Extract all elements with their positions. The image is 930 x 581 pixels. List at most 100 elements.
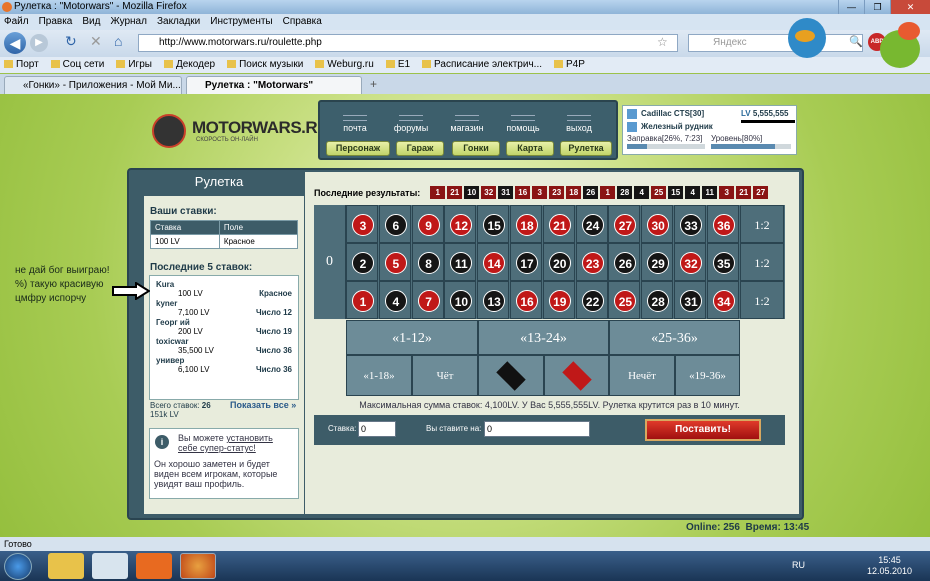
number-cell[interactable]: 7 xyxy=(411,281,444,319)
language-indicator[interactable]: RU xyxy=(792,560,805,570)
you-bet-input[interactable]: 0 xyxy=(484,421,590,437)
number-cell[interactable]: 23 xyxy=(575,243,608,281)
bettor-name[interactable]: Георг ий xyxy=(156,318,292,327)
number-cell[interactable]: 4 xyxy=(378,281,411,319)
menu-bookmarks[interactable]: Закладки xyxy=(157,14,200,30)
bookmark-schedule[interactable]: Расписание электрич... xyxy=(422,57,542,73)
number-cell[interactable]: 10 xyxy=(444,281,477,319)
close-button[interactable]: ✕ xyxy=(890,0,930,14)
number-cell[interactable]: 33 xyxy=(674,205,706,243)
number-cell[interactable]: 31 xyxy=(674,281,706,319)
stake-input[interactable]: 0 xyxy=(358,421,396,437)
number-cell[interactable]: 32 xyxy=(674,243,706,281)
tab-roulette[interactable]: Рулетка : "Motorwars" xyxy=(186,76,362,94)
bet-19-36[interactable]: «19-36» xyxy=(675,355,740,396)
number-cell[interactable]: 29 xyxy=(641,243,674,281)
number-cell[interactable]: 27 xyxy=(608,205,641,243)
number-cell[interactable]: 3 xyxy=(346,205,378,243)
number-cell[interactable]: 35 xyxy=(706,243,739,281)
column-bet-3[interactable]: 1:2 xyxy=(740,281,784,319)
number-cell[interactable]: 16 xyxy=(510,281,542,319)
number-cell[interactable]: 1 xyxy=(346,281,378,319)
number-cell[interactable]: 25 xyxy=(608,281,641,319)
bettor-name[interactable]: универ xyxy=(156,356,292,365)
explorer-taskbar-icon[interactable] xyxy=(48,553,84,579)
menu-file[interactable]: Файл xyxy=(4,14,29,30)
bookmark-soc[interactable]: Соц сети xyxy=(51,57,105,73)
menu-edit[interactable]: Правка xyxy=(39,14,73,30)
back-button[interactable]: ◀ xyxy=(4,32,26,54)
reload-icon[interactable]: ↻ xyxy=(65,33,77,50)
number-cell[interactable]: 15 xyxy=(477,205,510,243)
bookmark-star-icon[interactable]: ☆ xyxy=(657,35,668,49)
bookmark-games[interactable]: Игры xyxy=(116,57,152,73)
url-field[interactable]: http://www.motorwars.ru/roulette.php xyxy=(138,34,678,52)
search-input[interactable]: Яндекс xyxy=(688,34,863,52)
zero-cell[interactable]: 0 xyxy=(314,205,346,319)
number-cell[interactable]: 8 xyxy=(411,243,444,281)
search-icon[interactable]: 🔍 xyxy=(849,35,863,48)
number-cell[interactable]: 20 xyxy=(542,243,575,281)
bettor-name[interactable]: kyner xyxy=(156,299,292,308)
menu-view[interactable]: Вид xyxy=(82,14,100,30)
new-tab-button[interactable]: + xyxy=(370,77,377,91)
number-cell[interactable]: 24 xyxy=(575,205,608,243)
place-bet-button[interactable]: Поставить! xyxy=(645,419,761,441)
bet-black[interactable] xyxy=(478,355,544,396)
dozen-13-24[interactable]: «13-24» xyxy=(478,320,609,355)
number-cell[interactable]: 19 xyxy=(542,281,575,319)
player-location[interactable]: Железный рудник xyxy=(641,122,713,131)
bookmark-e1[interactable]: E1 xyxy=(386,57,410,73)
home-icon[interactable]: ⌂ xyxy=(114,33,122,49)
nav-shop[interactable]: магазин xyxy=(440,115,494,133)
bet-1-18[interactable]: «1-18» xyxy=(346,355,412,396)
number-cell[interactable]: 26 xyxy=(608,243,641,281)
column-bet-1[interactable]: 1:2 xyxy=(740,205,784,243)
minimize-button[interactable]: — xyxy=(838,0,864,14)
menu-help[interactable]: Справка xyxy=(283,14,322,30)
number-cell[interactable]: 6 xyxy=(378,205,411,243)
nav-garage-button[interactable]: Гараж xyxy=(396,141,444,156)
bet-even[interactable]: Чёт xyxy=(412,355,478,396)
number-cell[interactable]: 11 xyxy=(444,243,477,281)
dozen-25-36[interactable]: «25-36» xyxy=(609,320,740,355)
bookmark-weburg[interactable]: Weburg.ru xyxy=(315,57,374,73)
nav-races-button[interactable]: Гонки xyxy=(452,141,500,156)
firefox-taskbar-icon[interactable] xyxy=(180,553,216,579)
number-cell[interactable]: 5 xyxy=(378,243,411,281)
calculator-taskbar-icon[interactable] xyxy=(92,553,128,579)
nav-help[interactable]: помощь xyxy=(496,115,550,133)
column-bet-2[interactable]: 1:2 xyxy=(740,243,784,281)
bettor-name[interactable]: toxicwar xyxy=(156,337,292,346)
number-cell[interactable]: 21 xyxy=(542,205,575,243)
number-cell[interactable]: 34 xyxy=(706,281,739,319)
number-cell[interactable]: 14 xyxy=(477,243,510,281)
number-cell[interactable]: 12 xyxy=(444,205,477,243)
start-button[interactable] xyxy=(4,553,32,580)
bookmark-p4p[interactable]: P4P xyxy=(554,57,585,73)
bookmark-music[interactable]: Поиск музыки xyxy=(227,57,303,73)
number-cell[interactable]: 36 xyxy=(706,205,739,243)
menu-tools[interactable]: Инструменты xyxy=(210,14,272,30)
number-cell[interactable]: 22 xyxy=(575,281,608,319)
nav-exit[interactable]: выход xyxy=(552,115,606,133)
system-clock[interactable]: 15:45 12.05.2010 xyxy=(867,555,912,577)
tab-races[interactable]: «Гонки» - Приложения - Мой Ми... xyxy=(4,76,182,94)
number-cell[interactable]: 13 xyxy=(477,281,510,319)
nav-roulette-button[interactable]: Рулетка xyxy=(560,141,612,156)
number-cell[interactable]: 30 xyxy=(641,205,674,243)
stop-icon[interactable]: ✕ xyxy=(90,33,102,50)
number-cell[interactable]: 17 xyxy=(510,243,542,281)
media-player-taskbar-icon[interactable] xyxy=(136,553,172,579)
bet-odd[interactable]: Нечёт xyxy=(609,355,675,396)
dozen-1-12[interactable]: «1-12» xyxy=(346,320,478,355)
bettor-name[interactable]: Kura xyxy=(156,280,292,289)
forward-button[interactable]: ▶ xyxy=(30,34,48,52)
bookmark-decoder[interactable]: Декодер xyxy=(164,57,215,73)
bookmark-port[interactable]: Порт xyxy=(4,57,39,73)
number-cell[interactable]: 9 xyxy=(411,205,444,243)
nav-character-button[interactable]: Персонаж xyxy=(326,141,390,156)
bet-red[interactable] xyxy=(544,355,609,396)
site-logo[interactable]: MOTORWARS.RU СКОРОСТЬ ОН-ЛАЙН xyxy=(152,112,329,152)
player-car[interactable]: Cadillac CTS[30] xyxy=(641,109,704,118)
